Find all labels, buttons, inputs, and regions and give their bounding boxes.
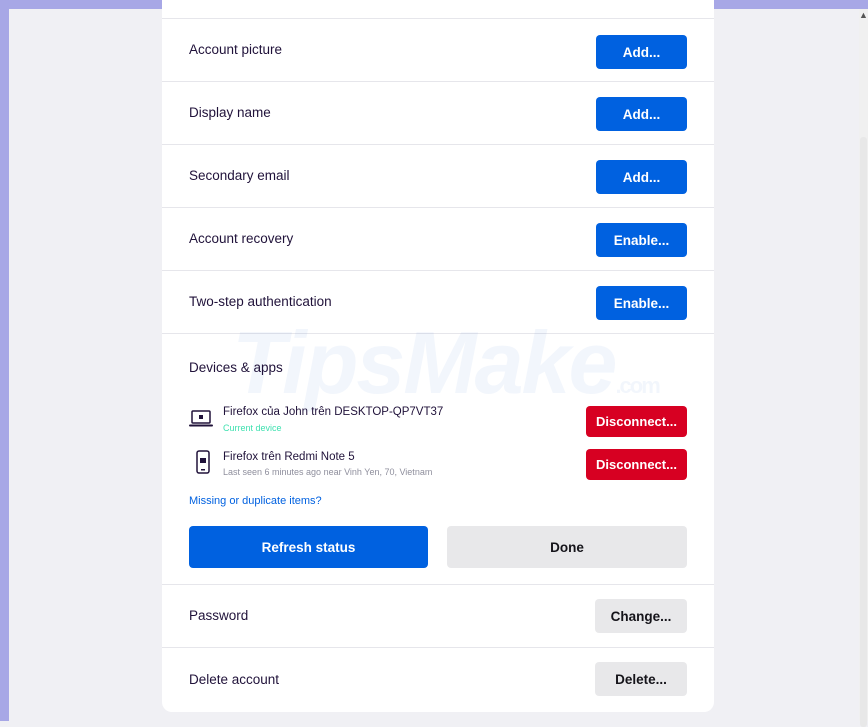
account-picture-add-button[interactable]: Add... <box>596 35 687 69</box>
scroll-up-arrow-icon[interactable]: ▲ <box>859 10 868 20</box>
delete-account-button[interactable]: Delete... <box>595 662 687 696</box>
row-delete-account: Delete account Delete... <box>162 647 714 712</box>
two-step-enable-button[interactable]: Enable... <box>596 286 687 320</box>
devices-section: TipsMake.com Devices & apps Firefox của … <box>162 313 714 584</box>
display-name-add-button[interactable]: Add... <box>596 97 687 131</box>
account-settings-card: Account picture Add... Display name Add.… <box>162 0 714 712</box>
row-account-picture: Account picture Add... <box>162 18 714 81</box>
password-change-button[interactable]: Change... <box>595 599 687 633</box>
row-password: Password Change... <box>162 584 714 647</box>
password-label: Password <box>189 608 249 623</box>
disconnect-button-desktop[interactable]: Disconnect... <box>586 406 687 437</box>
device-name: Firefox trên Redmi Note 5 <box>223 451 355 463</box>
two-step-label: Two-step authentication <box>189 294 332 309</box>
device-name: Firefox của John trên DESKTOP-QP7VT37 <box>223 406 444 418</box>
secondary-email-label: Secondary email <box>189 168 290 183</box>
devices-apps-title: Devices & apps <box>189 360 283 375</box>
missing-duplicate-items-link[interactable]: Missing or duplicate items? <box>189 495 322 507</box>
display-name-label: Display name <box>189 105 271 120</box>
delete-account-label: Delete account <box>189 672 280 687</box>
scrollbar-thumb[interactable] <box>860 137 867 727</box>
done-button[interactable]: Done <box>447 526 687 568</box>
account-picture-label: Account picture <box>189 42 283 57</box>
device-status: Last seen 6 minutes ago near Vinh Yen, 7… <box>223 467 433 477</box>
scrollbar[interactable] <box>859 9 868 727</box>
account-recovery-label: Account recovery <box>189 231 294 246</box>
refresh-status-button[interactable]: Refresh status <box>189 526 428 568</box>
device-status: Current device <box>223 423 282 433</box>
phone-icon <box>196 450 210 474</box>
window-left-border <box>0 0 9 721</box>
row-secondary-email: Secondary email Add... <box>162 144 714 207</box>
row-account-recovery: Account recovery Enable... <box>162 207 714 270</box>
row-two-step-authentication: Two-step authentication Enable... <box>162 270 714 333</box>
row-display-name: Display name Add... <box>162 81 714 144</box>
laptop-icon <box>189 410 213 427</box>
account-recovery-enable-button[interactable]: Enable... <box>596 223 687 257</box>
disconnect-button-phone[interactable]: Disconnect... <box>586 449 687 480</box>
secondary-email-add-button[interactable]: Add... <box>596 160 687 194</box>
